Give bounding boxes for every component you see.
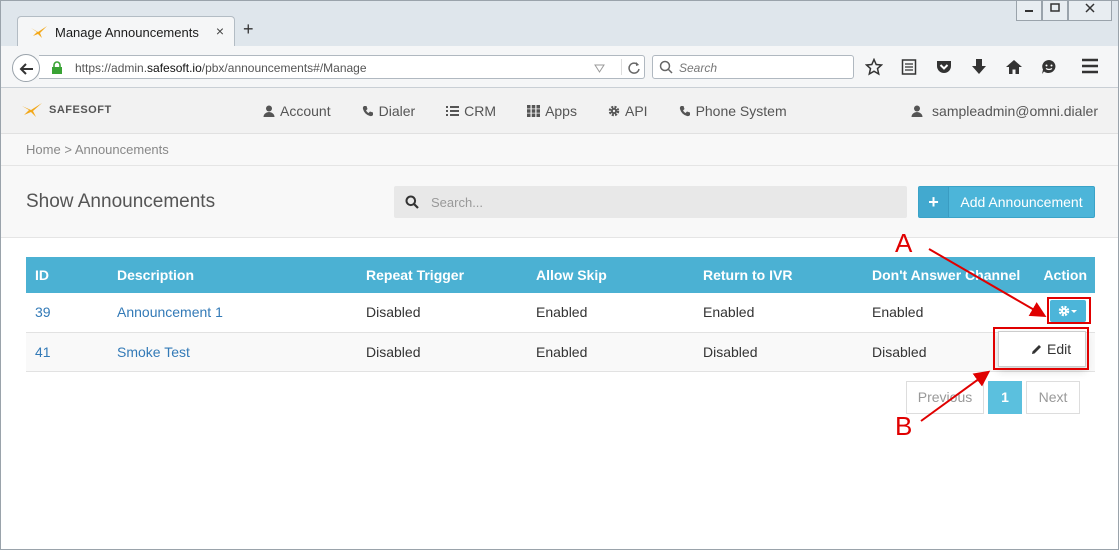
annotation-arrow-b	[920, 370, 991, 422]
browser-window: Manage Announcements × + https://admin.s…	[0, 0, 1119, 550]
annotation-arrows	[920, 248, 1047, 422]
annotation-arrow-a	[928, 248, 1047, 318]
